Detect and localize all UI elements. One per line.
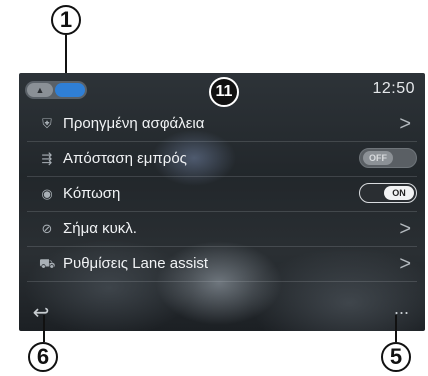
menu-item-label: Απόσταση εμπρός: [63, 150, 187, 167]
callout-1-number: 1: [59, 7, 73, 32]
menu-item-label: Ρυθμίσεις Lane assist: [63, 255, 209, 272]
fatigue-toggle[interactable]: ON: [359, 183, 417, 203]
shield-car-icon: ⛨: [42, 116, 52, 131]
traffic-sign-icon: ⊘: [41, 221, 53, 236]
infotainment-screen: ▲ 11 12:50 ⛨ Προηγμένη ασφάλεια > ⇶ Απόσ…: [19, 73, 425, 331]
callout-6-line: [43, 315, 45, 342]
menu-item-advanced-safety[interactable]: ⛨ Προηγμένη ασφάλεια >: [19, 107, 425, 141]
callout-5-line: [395, 315, 397, 342]
toggle-state-label: OFF: [363, 151, 393, 165]
fatigue-icon: ◉: [41, 186, 53, 201]
callout-5-number: 5: [389, 344, 403, 369]
callout-11-number: 11: [215, 83, 233, 100]
menu-item-fatigue[interactable]: ◉ Κόπωση ON: [19, 177, 425, 211]
more-options-button[interactable]: ···: [387, 299, 415, 327]
toggle-state-label: ON: [384, 186, 414, 200]
callout-6-number: 6: [36, 344, 50, 369]
back-arrow-icon: ↩: [32, 302, 50, 324]
status-bar: ▲ 11 12:50: [19, 73, 425, 107]
back-button[interactable]: ↩: [27, 299, 55, 327]
chevron-right-icon: >: [399, 113, 411, 135]
clock: 12:50: [372, 80, 415, 97]
menu-item-front-distance[interactable]: ⇶ Απόσταση εμπρός OFF: [19, 142, 425, 176]
bottom-bar: ↩ ···: [19, 295, 425, 331]
callout-6: 6: [28, 342, 58, 372]
home-icon: ▲: [27, 83, 53, 97]
menu-item-lane-assist[interactable]: ⛟ Ρυθμίσεις Lane assist >: [19, 247, 425, 281]
distance-icon: ⇶: [41, 151, 53, 166]
chevron-right-icon: >: [399, 218, 411, 240]
lane-assist-icon: ⛟: [39, 256, 56, 271]
callout-11: 11: [209, 77, 239, 107]
menu-item-label: Κόπωση: [63, 185, 121, 202]
callout-5: 5: [381, 342, 411, 372]
chevron-right-icon: >: [399, 253, 411, 275]
front-distance-toggle[interactable]: OFF: [359, 148, 417, 168]
view-toggle[interactable]: ▲: [25, 81, 87, 99]
toggle-active-segment: [55, 83, 85, 97]
menu-item-label: Προηγμένη ασφάλεια: [63, 115, 205, 132]
menu-item-label: Σήμα κυκλ.: [63, 220, 137, 237]
divider: [27, 281, 417, 282]
callout-1: 1: [51, 5, 81, 35]
menu-item-traffic-sign[interactable]: ⊘ Σήμα κυκλ. >: [19, 212, 425, 246]
